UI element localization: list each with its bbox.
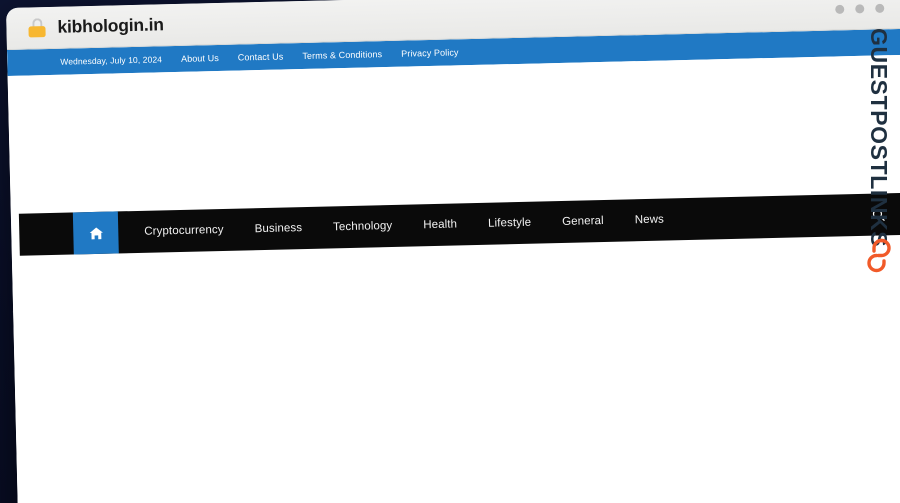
minimize-dot[interactable] (835, 4, 845, 14)
top-link-contact-us[interactable]: Contact Us (238, 51, 284, 62)
nav-item-business[interactable]: Business (255, 222, 303, 235)
nav-item-news[interactable]: News (635, 214, 664, 227)
nav-item-home[interactable] (72, 211, 119, 255)
browser-window: kibhologin.in Wednesday, July 10, 2024 A… (6, 0, 900, 503)
maximize-dot[interactable] (855, 3, 865, 13)
close-dot[interactable] (875, 3, 885, 13)
window-controls[interactable] (835, 3, 885, 14)
site-header-banner-slot (7, 54, 900, 214)
nav-item-lifestyle[interactable]: Lifestyle (488, 217, 531, 230)
search-button[interactable] (872, 193, 900, 236)
nav-item-technology[interactable]: Technology (333, 220, 392, 233)
search-icon (872, 208, 885, 221)
nav-item-general[interactable]: General (562, 215, 604, 228)
site-title: kibhologin.in (57, 14, 164, 37)
top-link-terms-conditions[interactable]: Terms & Conditions (302, 49, 382, 61)
nav-item-health[interactable]: Health (423, 218, 457, 231)
page-viewport: Wednesday, July 10, 2024 About Us Contac… (6, 28, 900, 503)
nav-item-cryptocurrency[interactable]: Cryptocurrency (144, 224, 224, 238)
current-date: Wednesday, July 10, 2024 (60, 54, 163, 67)
top-link-about-us[interactable]: About Us (181, 53, 219, 64)
lock-icon (28, 18, 46, 38)
home-icon (89, 227, 103, 239)
page-content-area (11, 234, 900, 503)
top-link-privacy-policy[interactable]: Privacy Policy (401, 47, 459, 58)
